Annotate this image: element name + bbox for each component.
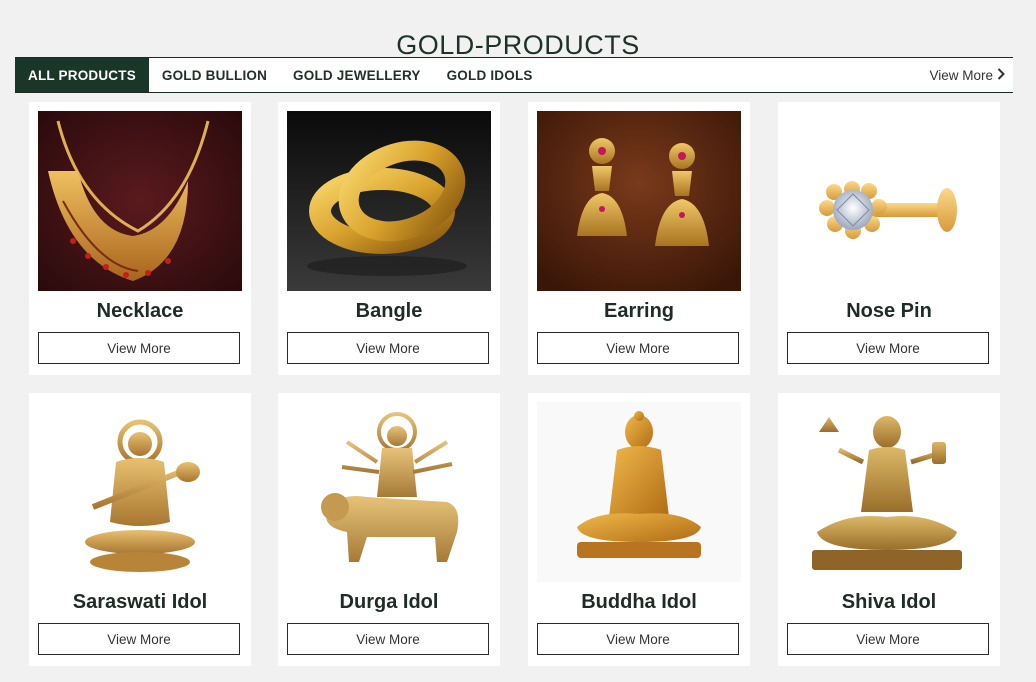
product-card-nose-pin: Nose Pin View More bbox=[778, 102, 1000, 375]
view-more-button[interactable]: View More bbox=[38, 332, 240, 364]
product-name: Necklace bbox=[96, 300, 184, 322]
tab-gold-idols[interactable]: GOLD IDOLS bbox=[434, 58, 546, 92]
bangle-image[interactable] bbox=[287, 111, 491, 291]
view-more-button[interactable]: View More bbox=[537, 623, 739, 655]
product-name: Durga Idol bbox=[339, 591, 439, 613]
buddha-idol-image[interactable] bbox=[537, 402, 741, 582]
product-card-saraswati-idol: Saraswati Idol View More bbox=[29, 393, 251, 666]
product-name: Bangle bbox=[355, 300, 423, 322]
product-name: Shiva Idol bbox=[841, 591, 937, 613]
product-card-earring: Earring View More bbox=[528, 102, 750, 375]
view-more-button[interactable]: View More bbox=[287, 623, 489, 655]
necklace-image[interactable] bbox=[38, 111, 242, 291]
view-more-button[interactable]: View More bbox=[787, 623, 989, 655]
view-more-button[interactable]: View More bbox=[287, 332, 489, 364]
tab-gold-jewellery[interactable]: GOLD JEWELLERY bbox=[280, 58, 434, 92]
view-more-button[interactable]: View More bbox=[38, 623, 240, 655]
product-card-buddha-idol: Buddha Idol View More bbox=[528, 393, 750, 666]
view-more-button[interactable]: View More bbox=[537, 332, 739, 364]
tabbar-spacer bbox=[546, 58, 930, 92]
product-card-necklace: Necklace View More bbox=[29, 102, 251, 375]
chevron-right-icon bbox=[993, 67, 1005, 83]
product-name: Buddha Idol bbox=[581, 591, 697, 613]
view-more-link-label: View More bbox=[929, 67, 993, 83]
product-name: Saraswati Idol bbox=[72, 591, 208, 613]
product-card-durga-idol: Durga Idol View More bbox=[278, 393, 500, 666]
saraswati-idol-image[interactable] bbox=[38, 402, 242, 582]
shiva-idol-image[interactable] bbox=[787, 402, 991, 582]
earring-image[interactable] bbox=[537, 111, 741, 291]
durga-idol-image[interactable] bbox=[287, 402, 491, 582]
view-more-link[interactable]: View More bbox=[929, 58, 1013, 92]
product-card-shiva-idol: Shiva Idol View More bbox=[778, 393, 1000, 666]
tab-all-products[interactable]: ALL PRODUCTS bbox=[15, 58, 149, 92]
product-name: Nose Pin bbox=[846, 300, 932, 322]
product-name: Earring bbox=[603, 300, 675, 322]
view-more-button[interactable]: View More bbox=[787, 332, 989, 364]
tab-gold-bullion[interactable]: GOLD BULLION bbox=[149, 58, 280, 92]
category-tabbar: ALL PRODUCTS GOLD BULLION GOLD JEWELLERY… bbox=[15, 57, 1013, 93]
product-card-bangle: Bangle View More bbox=[278, 102, 500, 375]
nose-pin-image[interactable] bbox=[787, 111, 991, 291]
